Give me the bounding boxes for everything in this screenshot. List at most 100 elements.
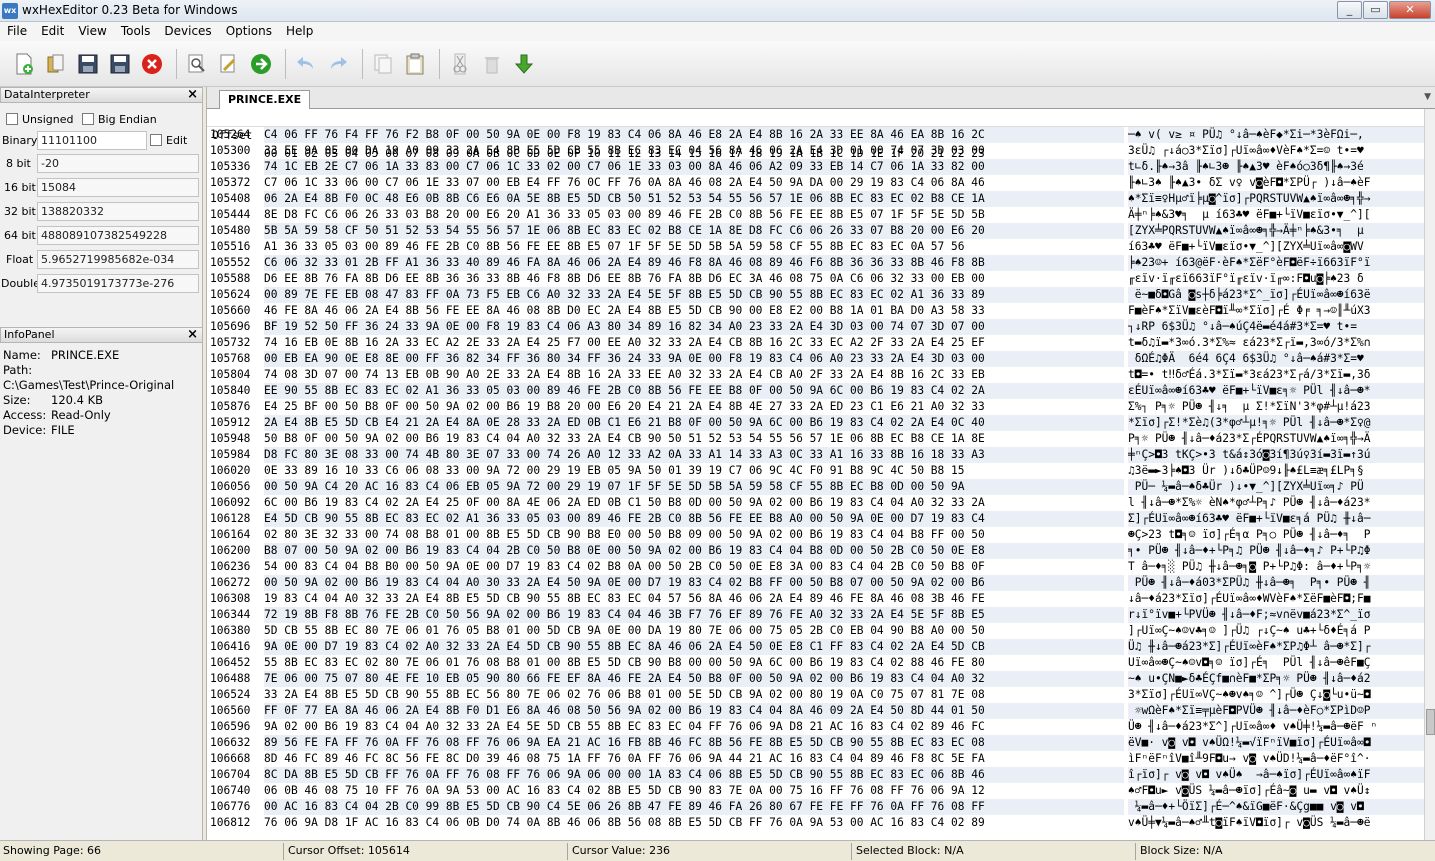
delete-button[interactable] xyxy=(478,50,506,78)
row-hex-bytes[interactable]: 06 2A E4 8B F0 0C 48 E6 0B 8B C6 E6 0A 5… xyxy=(264,191,1124,207)
menu-file[interactable]: File xyxy=(0,22,34,41)
row-hex-bytes[interactable]: 5B 5A 59 58 CF 50 51 52 53 54 55 56 57 1… xyxy=(264,223,1124,239)
new-file-button[interactable] xyxy=(10,50,38,78)
hex-row[interactable]: 105264 C4 06 FF 76 F4 FF 76 F2 B8 0F 00 5… xyxy=(207,127,1425,143)
row-hex-bytes[interactable]: 9A 02 00 B6 19 83 C4 04 A0 32 33 2A E4 5… xyxy=(264,719,1124,735)
row-hex-bytes[interactable]: 89 56 FE FA FF 76 0A FF 76 08 FF 76 06 9… xyxy=(264,735,1124,751)
32bit-field[interactable]: 138820332 xyxy=(37,202,199,221)
save-button[interactable] xyxy=(74,50,102,78)
row-ascii[interactable]: PÜ☻ ╢↓â─♦á03*ΣPÜ♫ ╫↓â─☻╕ P╕• PÜ☻ ╢ xyxy=(1128,575,1424,591)
hex-row[interactable]: 105912 2A E4 8B E5 5D CB E4 21 2A E4 8A 0… xyxy=(207,415,1425,431)
hex-row[interactable]: 105732 74 16 EB 0E 8B 16 2A 33 EC A2 2E 3… xyxy=(207,335,1425,351)
row-ascii[interactable]: T â─♦╕░ PÜ♫ ╫↓â─☻╕◙ P+└P♫Φ: â─♦+└P╕☼ xyxy=(1128,559,1424,575)
hex-row[interactable]: 105984 D8 FC 80 3E 08 33 00 74 4B 80 3E 0… xyxy=(207,447,1425,463)
copy-button[interactable] xyxy=(369,50,397,78)
row-hex-bytes[interactable]: 02 80 3E 32 33 00 74 08 B8 01 00 8B E5 5… xyxy=(264,527,1124,543)
hex-row[interactable]: 106200 B8 07 00 50 9A 02 00 B6 19 83 C4 0… xyxy=(207,543,1425,559)
row-hex-bytes[interactable]: 5D CB 55 8B EC 80 7E 06 01 76 05 B8 01 0… xyxy=(264,623,1124,639)
row-ascii[interactable]: ìFⁿëFⁿîV■î╨9F◘u→ v◙ v♠ÜD!¼▬â─♦ëF°î^· xyxy=(1128,751,1424,767)
row-ascii[interactable]: ♠♂F◘u► v◙ÜS ¼▬â─☻ïσ]┌Éâ~◙ u▬ v◘ v♠Ü↕ xyxy=(1128,783,1424,799)
row-ascii[interactable]: ╪ⁿÇ>◘3 tKÇ>•3 t&á↕3ó◙3í¶3ú♀3í▬3ï▬↑3ú xyxy=(1128,447,1424,463)
row-ascii[interactable]: ╕• PÜ☻ ╢↓â─♦+└P╕♫ PÜ☻ ╢↓â─♦╕♪ P+└P♫Φ xyxy=(1128,543,1424,559)
row-hex-bytes[interactable]: 00 AC 16 83 C4 04 2B C0 99 8B E5 5D CB 9… xyxy=(264,799,1124,815)
row-ascii[interactable]: Uï∞â∞☻Ç~♠☺v◘╕☺ ïσ]┌É╕ PÜl ╢↓â─☻êF■Ç xyxy=(1128,655,1424,671)
row-ascii[interactable]: ë~■δ◘Gâ ◙s┼δ╞á23*Σ^_ïσ]┌ÉUï∞â∞☻í63ë xyxy=(1128,287,1424,303)
hex-row[interactable]: 105516 A1 36 33 05 03 00 89 46 FE 2B C0 8… xyxy=(207,239,1425,255)
hex-row[interactable]: 105588 D6 EE 8B 76 FA 8B D6 EE 8B 36 36 3… xyxy=(207,271,1425,287)
hex-row[interactable]: 105840 EE 90 55 8B EC 83 EC 02 A1 36 33 0… xyxy=(207,383,1425,399)
hex-row[interactable]: 105624 00 89 7E FE EB 08 47 83 FF 0A 73 F… xyxy=(207,287,1425,303)
row-hex-bytes[interactable]: D6 EE 8B 76 FA 8B D6 EE 8B 36 36 33 8B 4… xyxy=(264,271,1124,287)
row-hex-bytes[interactable]: 74 16 EB 0E 8B 16 2A 33 EC A2 2E 33 2A E… xyxy=(264,335,1124,351)
row-ascii[interactable]: r↓ï°ïv■+└PVÜ☻ ╢↓â─♦F;≈v∩ëv■á23*Σ^_ïσ xyxy=(1128,607,1424,623)
open-file-button[interactable] xyxy=(42,50,70,78)
row-hex-bytes[interactable]: A1 36 33 05 03 00 89 46 FE 2B C0 8B 56 F… xyxy=(264,239,1124,255)
row-ascii[interactable]: ëV■· v◙ v◘ v♠ÜΩ!¼▬√ïFⁿïV■ïσ]┌ÉUï∞â∞◘ xyxy=(1128,735,1424,751)
hex-row[interactable]: 105300 33 EE 9A 0E 00 DA 19 A0 09 33 2A E… xyxy=(207,143,1425,159)
hex-row[interactable]: 106776 00 AC 16 83 C4 04 2B C0 99 8B E5 5… xyxy=(207,799,1425,815)
row-hex-bytes[interactable]: 50 B8 0F 00 50 9A 02 00 B6 19 83 C4 04 A… xyxy=(264,431,1124,447)
tab-prince-exe[interactable]: PRINCE.EXE xyxy=(219,90,311,109)
tab-dropdown-icon[interactable]: ▼ xyxy=(1424,92,1431,102)
hex-row[interactable]: 106056 00 50 9A C4 20 AC 16 83 C4 06 EB 0… xyxy=(207,479,1425,495)
row-hex-bytes[interactable]: 00 89 7E FE EB 08 47 83 FF 0A 73 F5 EB C… xyxy=(264,287,1124,303)
cut-button[interactable] xyxy=(446,50,474,78)
hex-row[interactable]: 106380 5D CB 55 8B EC 80 7E 06 01 76 05 B… xyxy=(207,623,1425,639)
row-hex-bytes[interactable]: E4 5D CB 90 55 8B EC 83 EC 02 A1 36 33 0… xyxy=(264,511,1124,527)
undo-button[interactable] xyxy=(292,50,320,78)
row-hex-bytes[interactable]: 7E 06 00 75 07 80 4E FE 10 EB 05 90 80 6… xyxy=(264,671,1124,687)
row-ascii[interactable]: t◘=• t‼δ♂Éá.3*Σï▬*3εá23*Σ┌á/3*Σï▬,3δ xyxy=(1128,367,1424,383)
row-hex-bytes[interactable]: 19 83 C4 04 A0 32 33 2A E4 8B E5 5D CB 9… xyxy=(264,591,1124,607)
menu-tools[interactable]: Tools xyxy=(114,22,158,41)
row-ascii[interactable]: ¼▬â─♦+└ÖïΣ]┌É─^♠&ïG■ëF·&Çg■■ v◙ v◘ xyxy=(1128,799,1424,815)
minimize-button[interactable]: _ xyxy=(1337,1,1362,19)
row-hex-bytes[interactable]: 76 06 9A D8 1F AC 16 83 C4 06 0B D0 74 0… xyxy=(264,815,1124,831)
row-ascii[interactable]: v♠Ü╪▼¼▬â─♠♂╨t◙ïF♠ïV◘ïσ]┌ v◙ÜS ¼▬â─☻ë xyxy=(1128,815,1424,831)
hex-row[interactable]: 105768 00 EB EA 90 0E E8 8E 00 FF 36 82 3… xyxy=(207,351,1425,367)
menu-devices[interactable]: Devices xyxy=(157,22,218,41)
edit-checkbox[interactable] xyxy=(150,134,162,146)
hex-row[interactable]: 106704 8C DA 8B E5 5D CB FF 76 0A FF 76 0… xyxy=(207,767,1425,783)
row-ascii[interactable]: ┐↓RP 6$3Ü♫ °↓â─♠úÇ4ë▬é4á#3*Σ=♥ t•= xyxy=(1128,319,1424,335)
row-hex-bytes[interactable]: E4 25 BF 00 50 B8 0F 00 50 9A 02 00 B6 1… xyxy=(264,399,1124,415)
row-hex-bytes[interactable]: 06 0B 46 08 75 10 FF 76 0A 9A 53 00 AC 1… xyxy=(264,783,1124,799)
hex-row[interactable]: 106416 9A 0E 00 D7 19 83 C4 02 A0 32 33 2… xyxy=(207,639,1425,655)
16bit-field[interactable]: 15084 xyxy=(37,178,199,197)
row-hex-bytes[interactable]: 00 EB EA 90 0E E8 8E 00 FF 36 82 34 FF 3… xyxy=(264,351,1124,367)
binary-field[interactable]: 11101100 xyxy=(37,131,147,150)
row-ascii[interactable]: í63♣♥ ëF■+└ïV■εïσ•▼_^][ZYX╧Uï∞â∞◙WV xyxy=(1128,239,1424,255)
hex-row[interactable]: 105444 8E D8 FC C6 06 26 33 03 B8 20 00 E… xyxy=(207,207,1425,223)
hex-row[interactable]: 106560 FF 0F 77 EA 8A 46 06 2A E4 8B F0 D… xyxy=(207,703,1425,719)
hex-row[interactable]: 106128 E4 5D CB 90 55 8B EC 83 EC 02 A1 3… xyxy=(207,511,1425,527)
row-ascii[interactable]: PÜ─ ¼▬â─♠δ♣Ür )↓•▼_^][ZYX╧Uï∞╕♪ PÜ xyxy=(1128,479,1424,495)
double-field[interactable]: 4.9735019173773e-276 xyxy=(37,274,199,293)
hex-row[interactable]: 105480 5B 5A 59 58 CF 50 51 52 53 54 55 5… xyxy=(207,223,1425,239)
row-hex-bytes[interactable]: 74 1C EB 2E C7 06 1A 33 83 00 C7 06 1C 3… xyxy=(264,159,1124,175)
hex-row[interactable]: 106740 06 0B 46 08 75 10 FF 76 0A 9A 53 0… xyxy=(207,783,1425,799)
row-ascii[interactable]: 3*Σïσ]┌ÉUï∞VÇ~♠☻v♠╕☺ ^]┌Ü☻ Ç↓◙└u•ü~◘ xyxy=(1128,687,1424,703)
row-ascii[interactable]: F■èF♠*ΣïV■εèF◘ï╨∞*Σïσ]┌É Φ╒ ╕→☺║╨úX3 xyxy=(1128,303,1424,319)
paste-button[interactable] xyxy=(401,50,429,78)
8bit-field[interactable]: -20 xyxy=(37,154,199,173)
hex-row[interactable]: 106344 72 19 8B F8 8B 76 FE 2B C0 50 56 9… xyxy=(207,607,1425,623)
row-hex-bytes[interactable]: C6 06 32 33 01 2B FF A1 36 33 40 89 46 F… xyxy=(264,255,1124,271)
row-ascii[interactable]: Σ%┐ P╕☼ PÜ☻ ╢↓╕ µ Σ!*ΣïN'3*φ#┴µ!á23 xyxy=(1128,399,1424,415)
row-hex-bytes[interactable]: 00 50 9A C4 20 AC 16 83 C4 06 EB 05 9A 7… xyxy=(264,479,1124,495)
row-ascii[interactable]: t∟δ.╟♠→3â ╟♠∟3☻ ╟♠▲3♥ èF♠ó○3δ¶╟♠→3é xyxy=(1128,159,1424,175)
close-panel-icon[interactable]: × xyxy=(187,328,198,342)
hex-row[interactable]: 106632 89 56 FE FA FF 76 0A FF 76 08 FF 7… xyxy=(207,735,1425,751)
hex-row[interactable]: 106452 55 8B EC 83 EC 02 80 7E 06 01 76 0… xyxy=(207,655,1425,671)
redo-button[interactable] xyxy=(324,50,352,78)
row-ascii[interactable]: [ZYX╧PQRSTUVW▲♠ï∞â∞☻╕╬→Ä╪ⁿ╞♠&3•╕ µ xyxy=(1128,223,1424,239)
row-ascii[interactable]: ]┌Uï∞Ç~♠☺v♣╕☺ ]┌Ü♫ ┌↓Ç~♠ u♣+└δ♦É╕á P xyxy=(1128,623,1424,639)
row-hex-bytes[interactable]: D8 FC 80 3E 08 33 00 74 4B 80 3E 07 33 0… xyxy=(264,447,1124,463)
hex-rows[interactable]: 105264 C4 06 FF 76 F4 FF 76 F2 B8 0F 00 5… xyxy=(207,127,1425,840)
row-ascii[interactable]: *Σïσ]┌Σ!*Σè♫(3*φ♂┴µ!╕☼ PÜl ╢↓â─☻*Σ♀@ xyxy=(1128,415,1424,431)
row-hex-bytes[interactable]: 55 8B EC 83 EC 02 80 7E 06 01 76 08 B8 0… xyxy=(264,655,1124,671)
row-hex-bytes[interactable]: B8 07 00 50 9A 02 00 B6 19 83 C4 04 2B C… xyxy=(264,543,1124,559)
hex-row[interactable]: 106488 7E 06 00 75 07 80 4E FE 10 EB 05 9… xyxy=(207,671,1425,687)
row-ascii[interactable]: t▬δ♫ï▬*3∞ó.3*Σ%≈ εá23*Σ┌ï▬,3∞ó/3*Σ%∩ xyxy=(1128,335,1424,351)
save-as-button[interactable] xyxy=(106,50,134,78)
row-hex-bytes[interactable]: 0E 33 89 16 10 33 C6 06 08 33 00 9A 72 0… xyxy=(264,463,1124,479)
edit-checkbox-row[interactable]: Edit xyxy=(150,128,187,152)
